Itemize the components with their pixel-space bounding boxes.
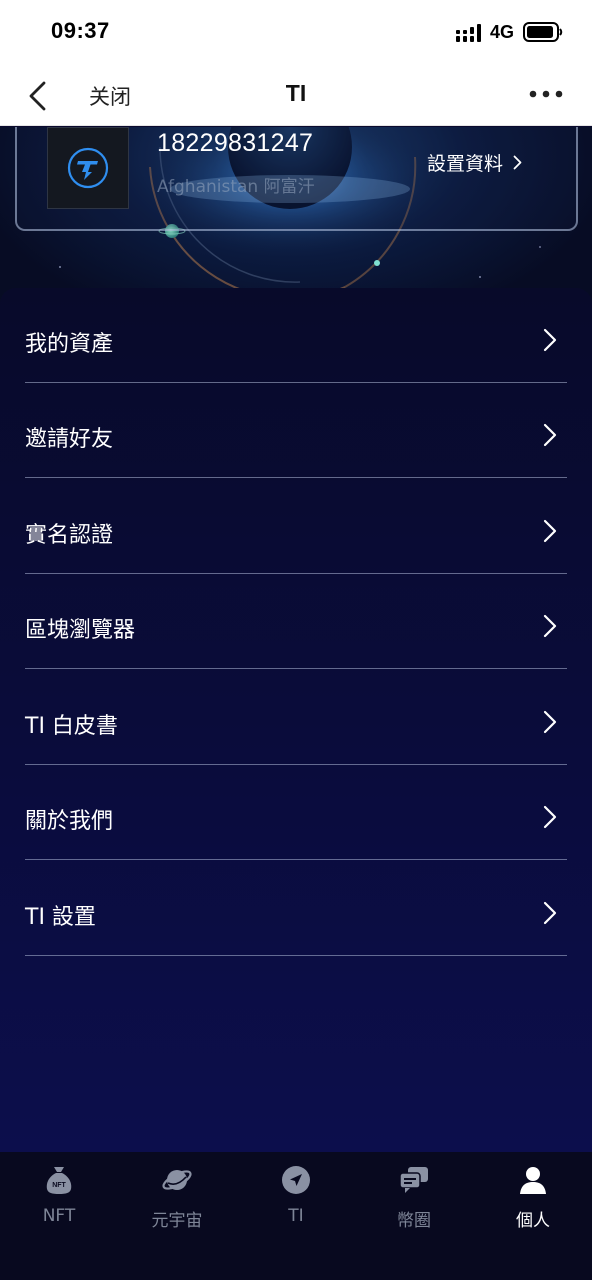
screen: 09:37 4G 关闭 TI 18229831247 Afghanistan 阿…	[0, 0, 592, 1280]
tab-crypto[interactable]: 幣圈	[355, 1164, 473, 1234]
tab-label: NFT	[42, 1206, 76, 1226]
ti-logo-icon	[67, 147, 109, 189]
menu-item-settings[interactable]: TI 設置	[25, 861, 567, 956]
network-label: 4G	[490, 22, 515, 42]
menu-item-whitepaper[interactable]: TI 白皮書	[25, 670, 567, 765]
tab-ti[interactable]: TI	[237, 1164, 355, 1234]
menu-item-label: TI 白皮書	[25, 714, 118, 739]
chat-bubbles-icon	[399, 1167, 428, 1193]
menu-item-my-assets[interactable]: 我的資產	[25, 288, 567, 383]
menu-item-label: 區塊瀏覽器	[25, 618, 136, 643]
chevron-right-icon	[543, 710, 557, 734]
chevron-right-icon	[543, 519, 557, 543]
chevron-right-icon	[543, 805, 557, 829]
navigation-icon	[282, 1166, 310, 1194]
profile-settings-label: 設置資料	[427, 153, 504, 175]
profile-settings-link[interactable]: 設置資料	[427, 149, 522, 176]
avatar	[47, 127, 129, 209]
region-label: Afghanistan 阿富汗	[157, 177, 315, 197]
profile-card: 18229831247 Afghanistan 阿富汗 設置資料	[15, 127, 578, 231]
menu-item-label: 實名認證	[25, 523, 114, 548]
chevron-right-icon	[543, 423, 557, 447]
tab-bar: NFT NFT 元宇宙 TI 幣圈 個人	[0, 1152, 592, 1280]
chevron-right-icon	[543, 614, 557, 638]
tab-label: TI	[288, 1206, 304, 1226]
tab-profile[interactable]: 個人	[474, 1164, 592, 1234]
battery-icon	[523, 22, 563, 42]
tab-nft[interactable]: NFT NFT	[0, 1164, 118, 1234]
planet-icon	[162, 1170, 192, 1190]
status-time: 09:37	[51, 18, 110, 43]
more-icon[interactable]	[528, 88, 564, 100]
tab-label: 幣圈	[397, 1211, 431, 1231]
menu-panel: 我的資產 邀請好友 實名認證 區塊瀏覽器 TI 白皮書 關於我們 TI 設置	[0, 288, 592, 1152]
menu-item-label: 關於我們	[25, 809, 114, 834]
phone-number: 18229831247	[157, 129, 314, 157]
page-title: TI	[285, 80, 307, 106]
menu-item-identity-verification[interactable]: 實名認證	[25, 479, 567, 574]
status-bar: 09:37 4G	[0, 0, 592, 66]
menu-item-label: 我的資產	[25, 332, 114, 357]
signal-icon	[456, 24, 481, 42]
tab-label: 元宇宙	[151, 1211, 203, 1231]
chevron-right-icon	[543, 328, 557, 352]
chevron-right-icon	[513, 155, 522, 170]
menu-item-invite-friends[interactable]: 邀請好友	[25, 383, 567, 478]
tab-metaverse[interactable]: 元宇宙	[118, 1164, 236, 1234]
money-bag-icon: NFT	[46, 1167, 72, 1194]
nav-bar: 关闭 TI	[0, 66, 592, 126]
menu-item-label: 邀請好友	[25, 427, 114, 452]
chevron-right-icon	[543, 901, 557, 925]
person-icon	[520, 1167, 546, 1194]
menu-item-about-us[interactable]: 關於我們	[25, 765, 567, 860]
menu-item-label: TI 設置	[25, 905, 96, 930]
menu-item-block-explorer[interactable]: 區塊瀏覽器	[25, 574, 567, 669]
tab-nft-badge: NFT	[52, 1182, 66, 1189]
tab-label: 個人	[516, 1211, 550, 1231]
